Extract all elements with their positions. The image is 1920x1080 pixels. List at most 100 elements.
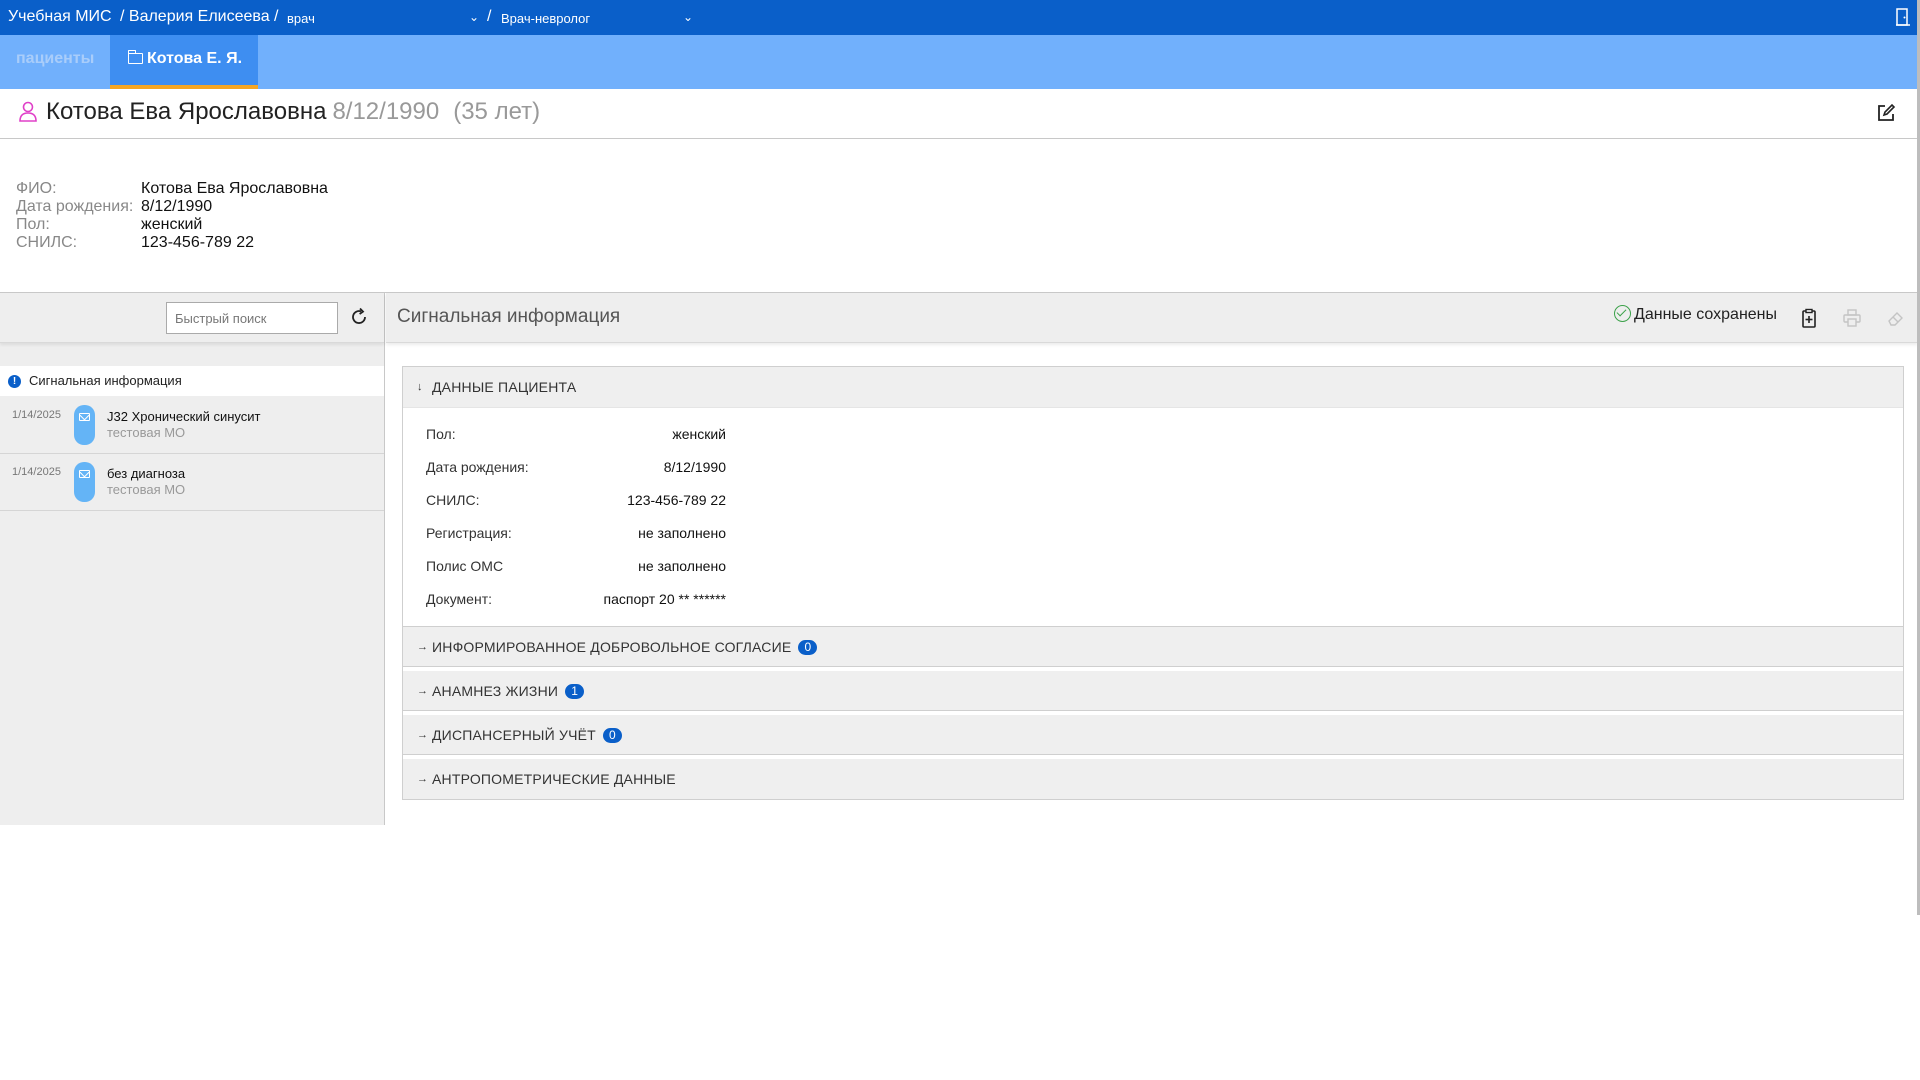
field-value: не заполнено: [638, 525, 726, 541]
arrow-right-icon: →: [417, 773, 429, 785]
field-label: Пол:: [426, 426, 456, 442]
accordion-title: АНАМНЕЗ ЖИЗНИ: [432, 683, 559, 699]
field-label: Документ:: [426, 591, 492, 607]
right-panel: Сигнальная информация Данные сохранены ↓…: [386, 293, 1918, 825]
top-bar: Учебная МИС / Валерия Елисеева / врач ⌄ …: [0, 0, 1920, 35]
patient-data-row: СНИЛС: 123-456-789 22: [426, 484, 726, 517]
info-row: ФИО: Котова Ева Ярославовна: [16, 180, 328, 198]
role-chevron-icon[interactable]: ⌄: [469, 10, 479, 24]
left-toolbar: [0, 293, 384, 343]
patient-data-row: Регистрация: не заполнено: [426, 517, 726, 550]
envelope-icon: [79, 470, 90, 478]
patient-data-row: Пол: женский: [426, 418, 726, 451]
info-row: Дата рождения: 8/12/1990: [16, 198, 328, 216]
patient-data-row: Дата рождения: 8/12/1990: [426, 451, 726, 484]
field-value: 123-456-789 22: [627, 492, 726, 508]
info-label: СНИЛС:: [16, 234, 78, 251]
patient-age: (35 лет): [453, 98, 541, 125]
tab-patients[interactable]: пациенты: [0, 35, 110, 89]
right-toolbar: Сигнальная информация Данные сохранены: [386, 293, 1918, 343]
patient-header: Котова Ева Ярославовна 8/12/1990 (35 лет): [0, 89, 1918, 139]
arrow-right-icon: →: [417, 641, 429, 653]
section-title: Сигнальная информация: [397, 306, 621, 327]
saved-status: Данные сохранены: [1614, 305, 1777, 324]
field-value: 8/12/1990: [663, 459, 726, 475]
envelope-icon: [79, 413, 90, 421]
visit-date: 1/14/2025: [12, 409, 61, 421]
info-label: Пол:: [16, 216, 50, 233]
specialty-select[interactable]: Врач-невролог: [501, 11, 590, 26]
tab-bar: пациенты Котова Е. Я.: [0, 35, 1920, 89]
tab-current-patient[interactable]: Котова Е. Я.: [110, 35, 258, 89]
visit-item[interactable]: 1/14/2025 без диагноза тестовая МО: [0, 454, 384, 511]
signal-info-label: Сигнальная информация: [29, 373, 182, 388]
info-value: Котова Ева Ярославовна: [141, 180, 328, 197]
saved-status-label: Данные сохранены: [1634, 306, 1778, 323]
accordion-header-consent[interactable]: → ИНФОРМИРОВАННОЕ ДОБРОВОЛЬНОЕ СОГЛАСИЕ 0: [403, 627, 1903, 667]
count-badge: 1: [565, 684, 585, 699]
accordion-title: АНТРОПОМЕТРИЧЕСКИЕ ДАННЫЕ: [432, 771, 676, 787]
specialty-chevron-icon[interactable]: ⌄: [683, 10, 693, 24]
visit-org: тестовая МО: [107, 482, 186, 497]
print-icon[interactable]: [1842, 308, 1862, 328]
visit-item[interactable]: 1/14/2025 J32 Хронический синусит тестов…: [0, 397, 384, 454]
arrow-right-icon: →: [417, 729, 429, 741]
accordion-header-anthropometry[interactable]: → АНТРОПОМЕТРИЧЕСКИЕ ДАННЫЕ: [403, 759, 1903, 799]
info-label: Дата рождения:: [16, 198, 134, 215]
info-value: 123-456-789 22: [141, 234, 254, 251]
signal-info-item[interactable]: ! Сигнальная информация: [0, 366, 384, 396]
exit-door-icon[interactable]: [1896, 8, 1910, 26]
left-panel: ! Сигнальная информация 1/14/2025 J32 Хр…: [0, 293, 385, 825]
accordion-header-patient-data[interactable]: ↓ ДАННЫЕ ПАЦИЕНТА: [403, 367, 1903, 407]
visit-pill: [74, 405, 95, 445]
user-name: / Валерия Елисеева /: [120, 8, 279, 25]
patient-dob: 8/12/1990: [332, 98, 440, 125]
field-label: Полис ОМС: [426, 558, 504, 574]
field-label: СНИЛС:: [426, 492, 480, 508]
role-select[interactable]: врач: [287, 11, 315, 26]
info-label: ФИО:: [16, 180, 57, 197]
field-value: женский: [672, 426, 726, 442]
info-row: СНИЛС: 123-456-789 22: [16, 234, 328, 252]
patient-title: Котова Ева Ярославовна 8/12/1990 (35 лет): [46, 98, 540, 126]
patient-data-row: Документ: паспорт 20 ** ******: [426, 583, 726, 616]
patient-name: Котова Ева Ярославовна: [46, 98, 327, 125]
app-title[interactable]: Учебная МИС: [8, 8, 112, 26]
visit-org: тестовая МО: [107, 425, 186, 440]
patient-info: ФИО: Котова Ева Ярославовна Дата рождения…: [16, 180, 328, 252]
arrow-down-icon: ↓: [417, 381, 423, 393]
field-label: Дата рождения:: [426, 459, 529, 475]
clipboard-add-icon[interactable]: [1799, 308, 1819, 328]
patient-data-row: Полис ОМС не заполнено: [426, 550, 726, 583]
tab-patient-label: Котова Е. Я.: [147, 50, 243, 67]
visit-pill: [74, 462, 95, 502]
info-value: женский: [141, 216, 203, 233]
field-value: паспорт 20 ** ******: [603, 591, 726, 607]
count-badge: 0: [798, 640, 818, 655]
visit-title: без диагноза: [107, 466, 186, 481]
signal-accordion: ↓ ДАННЫЕ ПАЦИЕНТА Пол: женский Дата рожде…: [402, 366, 1904, 800]
field-label: Регистрация:: [426, 525, 512, 541]
breadcrumb-separator: /: [487, 8, 492, 25]
accordion-header-anamnesis[interactable]: → АНАМНЕЗ ЖИЗНИ 1: [403, 671, 1903, 711]
folder-icon: [127, 50, 143, 64]
visit-date: 1/14/2025: [12, 466, 61, 478]
count-badge: 0: [602, 728, 622, 743]
accordion-header-dispensary[interactable]: → ДИСПАНСЕРНЫЙ УЧЁТ 0: [403, 715, 1903, 755]
check-circle-icon: [1614, 305, 1631, 322]
info-value: 8/12/1990: [141, 198, 213, 215]
quick-search-input[interactable]: [166, 302, 338, 334]
arrow-right-icon: →: [417, 685, 429, 697]
accordion-title: ИНФОРМИРОВАННОЕ ДОБРОВОЛЬНОЕ СОГЛАСИЕ: [432, 639, 792, 655]
visit-title: J32 Хронический синусит: [107, 409, 261, 424]
info-row: Пол: женский: [16, 216, 328, 234]
info-icon: !: [8, 375, 21, 388]
eraser-icon[interactable]: [1886, 308, 1906, 328]
refresh-icon[interactable]: [349, 307, 369, 327]
person-icon: [19, 101, 37, 122]
field-value: не заполнено: [638, 558, 726, 574]
accordion-title: ДИСПАНСЕРНЫЙ УЧЁТ: [432, 727, 596, 743]
edit-icon[interactable]: [1876, 103, 1896, 123]
patient-data-body: Пол: женский Дата рождения: 8/12/1990 СНИЛ…: [403, 407, 1903, 627]
accordion-title: ДАННЫЕ ПАЦИЕНТА: [432, 379, 577, 395]
